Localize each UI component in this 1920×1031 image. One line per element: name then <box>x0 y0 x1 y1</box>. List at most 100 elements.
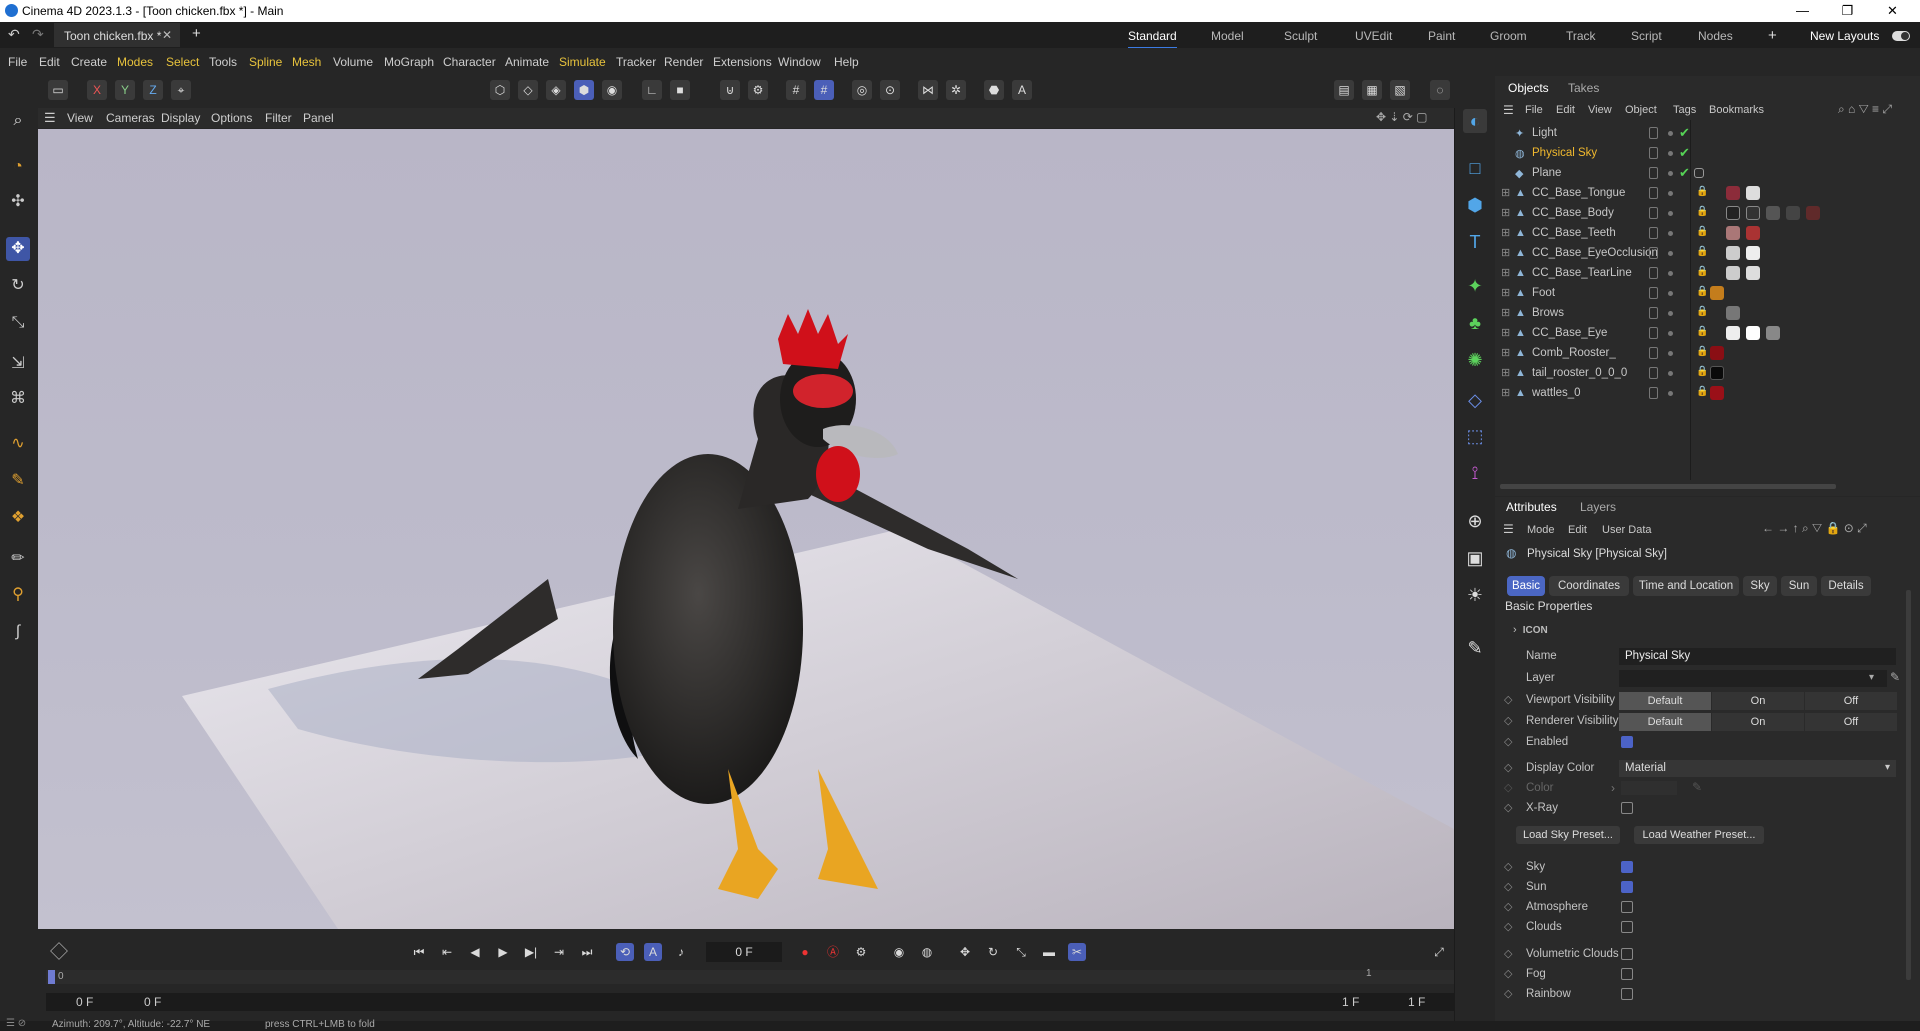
edit-render-settings-icon[interactable]: ▧ <box>1390 80 1410 100</box>
viewport-menu-filter[interactable]: Filter <box>265 111 292 125</box>
deformer-icon[interactable]: ✺ <box>1463 348 1487 372</box>
render-dot[interactable] <box>1668 291 1673 296</box>
menu-animate[interactable]: Animate <box>505 55 549 69</box>
subtab-details[interactable]: Details <box>1821 576 1871 596</box>
subtab-sky[interactable]: Sky <box>1743 576 1777 596</box>
objects-menu-file[interactable]: File <box>1525 104 1543 116</box>
material-tag-icon[interactable] <box>1726 266 1740 280</box>
layout-tab-uvedit[interactable]: UVEdit <box>1355 29 1392 43</box>
expand-icon[interactable]: ⊞ <box>1501 266 1510 279</box>
record-icon[interactable]: ● <box>796 943 814 961</box>
range-max-field[interactable]: 1 F <box>1342 995 1359 1009</box>
select-tool-icon[interactable]: ✣ <box>6 190 30 214</box>
previous-frame-icon[interactable]: ◀ <box>466 943 484 961</box>
lock-tag-icon[interactable]: 🔒 <box>1696 326 1710 340</box>
render-dot[interactable] <box>1668 351 1673 356</box>
render-dot[interactable] <box>1668 151 1673 156</box>
subtab-sun[interactable]: Sun <box>1781 576 1817 596</box>
workplane-icon[interactable]: ∟ <box>642 80 662 100</box>
keyframe-diamond-icon[interactable]: ◇ <box>1504 880 1512 893</box>
material-tag-icon[interactable] <box>1726 226 1740 240</box>
twist-tool-icon[interactable]: ∫ <box>6 620 30 644</box>
expand-icon[interactable]: ⊞ <box>1501 326 1510 339</box>
render-picture-viewer-icon[interactable]: ▦ <box>1362 80 1382 100</box>
objects-menu-view[interactable]: View <box>1588 104 1612 116</box>
layout-tab-paint[interactable]: Paint <box>1428 29 1455 43</box>
key-position-icon[interactable]: ✥ <box>956 943 974 961</box>
menu-spline[interactable]: Spline <box>249 55 282 69</box>
menu-window[interactable]: Window <box>778 55 821 69</box>
subtab-coordinates[interactable]: Coordinates <box>1549 576 1629 596</box>
object-row[interactable]: ⊞ ▲ CC_Base_TearLine 🔒 <box>1496 264 1920 284</box>
objects-menu-icon[interactable]: ☰ <box>1503 103 1514 117</box>
layout-tab-nodes[interactable]: Nodes <box>1698 29 1733 43</box>
mograph-cloner-icon[interactable]: ♣ <box>1463 311 1487 335</box>
undo-icon[interactable]: ↶ <box>8 26 20 43</box>
timeline-graph-icon[interactable]: ⤢ <box>1430 943 1448 961</box>
axis-y-button[interactable]: Y <box>115 80 135 100</box>
lock-tag-icon[interactable]: 🔒 <box>1696 246 1710 260</box>
key-rotation-icon[interactable]: ↻ <box>984 943 1002 961</box>
dropdown-chevron-icon[interactable]: ▾ <box>1885 762 1890 773</box>
subtab-time-and-location[interactable]: Time and Location <box>1633 576 1739 596</box>
object-row[interactable]: ⊞ ▲ CC_Base_Teeth 🔒 <box>1496 224 1920 244</box>
renderer-visibility-on[interactable]: On <box>1712 713 1804 731</box>
icon-group-toggle[interactable]: › ICON <box>1513 624 1548 636</box>
lock-tag-icon[interactable]: 🔒 <box>1696 206 1710 220</box>
sky-checkbox[interactable] <box>1621 861 1633 873</box>
sculpt-brush-icon[interactable]: ❖ <box>6 506 30 530</box>
field-icon[interactable]: ◇ <box>1463 388 1487 412</box>
magnet-icon[interactable]: ⊍ <box>720 80 740 100</box>
material-tag-icon[interactable] <box>1786 206 1800 220</box>
render-settings-icon[interactable]: ⊙ <box>880 80 900 100</box>
render-dot[interactable] <box>1668 131 1673 136</box>
next-frame-icon[interactable]: ▶| <box>522 943 540 961</box>
menu-help[interactable]: Help <box>834 55 859 69</box>
keyframe-diamond-icon[interactable]: ◇ <box>1504 781 1512 794</box>
objects-menu-bookmarks[interactable]: Bookmarks <box>1709 104 1764 116</box>
lock-tag-icon[interactable]: 🔒 <box>1696 366 1710 380</box>
attributes-scrollbar[interactable] <box>1906 590 1911 980</box>
knife-tool-icon[interactable]: ⚲ <box>6 583 30 607</box>
timeline-ruler[interactable]: 0 1 <box>46 968 1454 984</box>
color-expand-icon[interactable]: › <box>1611 781 1615 795</box>
load-sky-preset-button[interactable]: Load Sky Preset... <box>1516 826 1620 844</box>
viewport-nav-icon[interactable]: ✥ ⇣ ⟳ ▢ <box>1376 110 1428 124</box>
keyframe-diamond-icon[interactable]: ◇ <box>1504 920 1512 933</box>
material-tag-icon[interactable] <box>1726 326 1740 340</box>
uvw-tag-icon[interactable] <box>1746 186 1760 200</box>
viewport-visibility-on[interactable]: On <box>1712 692 1804 710</box>
keyframe-diamond-icon[interactable]: ◇ <box>1504 900 1512 913</box>
visibility-toggle[interactable] <box>1649 187 1658 199</box>
expand-icon[interactable]: ⊞ <box>1501 246 1510 259</box>
load-weather-preset-button[interactable]: Load Weather Preset... <box>1634 826 1764 844</box>
snap-settings-icon[interactable]: ⚙ <box>748 80 768 100</box>
model-mode-icon[interactable]: ⬢ <box>574 80 594 100</box>
rainbow-checkbox[interactable] <box>1621 988 1633 1000</box>
attributes-menu-icon[interactable]: ☰ <box>1503 522 1514 536</box>
scene-icon[interactable]: ⬚ <box>1463 424 1487 448</box>
motion-clip-icon[interactable]: ◉ <box>890 943 908 961</box>
text-spline-icon[interactable]: T <box>1463 230 1487 254</box>
visibility-toggle[interactable] <box>1649 127 1658 139</box>
play-icon[interactable]: ▶ <box>494 943 512 961</box>
layer-dropdown-icon[interactable]: ▾ <box>1869 672 1874 683</box>
grid-icon[interactable]: # <box>786 80 806 100</box>
current-frame-field[interactable]: 0 F <box>706 942 782 962</box>
visibility-toggle[interactable] <box>1649 327 1658 339</box>
live-selection-icon[interactable]: ◔ <box>6 155 30 179</box>
expand-icon[interactable]: ⊞ <box>1501 226 1510 239</box>
brush-tool-icon[interactable]: ✏ <box>6 547 30 571</box>
expand-icon[interactable]: ⊞ <box>1501 366 1510 379</box>
material-tag-icon[interactable] <box>1710 386 1724 400</box>
keyframe-diamond-icon[interactable]: ◇ <box>1504 860 1512 873</box>
viewport-menu-options[interactable]: Options <box>211 111 252 125</box>
enabled-check-icon[interactable]: ✔ <box>1679 125 1690 141</box>
object-row[interactable]: ⊞ ▲ Brows 🔒 <box>1496 304 1920 324</box>
motion-system-icon[interactable]: ◍ <box>918 943 936 961</box>
attributes-menu-mode[interactable]: Mode <box>1527 524 1555 536</box>
material-tag-icon[interactable] <box>1746 206 1760 220</box>
edges-mode-icon[interactable]: ◇ <box>518 80 538 100</box>
visibility-toggle[interactable] <box>1649 267 1658 279</box>
axis-x-button[interactable]: X <box>87 80 107 100</box>
